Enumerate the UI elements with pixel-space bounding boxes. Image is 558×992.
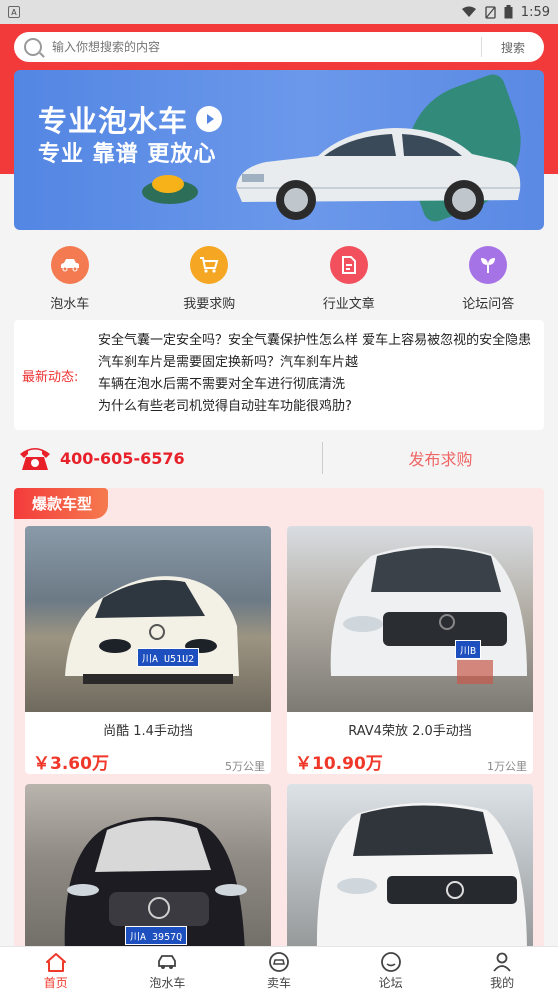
telephone-icon (20, 448, 50, 470)
license-plate: 川B (455, 640, 482, 659)
search-input[interactable] (52, 40, 481, 54)
quick-menu-label: 我要求购 (183, 297, 236, 312)
news-list: 安全气囊一定安全吗？安全气囊保护性怎么样 爱车上容易被忽视的安全隐患 汽车刹车片… (98, 330, 531, 418)
sell-car-icon (269, 952, 289, 972)
status-bar: A 1:59 (0, 0, 558, 24)
quick-menu-label: 论坛问答 (462, 297, 515, 312)
license-plate: 川A 3957Q (125, 926, 188, 945)
tab-label: 首页 (43, 976, 68, 990)
tab-label: 卖车 (266, 976, 291, 990)
car-photo: 川A 3957Q (25, 784, 271, 958)
search-bar[interactable]: 搜索 (14, 32, 544, 62)
search-icon (24, 38, 42, 56)
car-meta: ￥10.90万 1万公里 (287, 749, 533, 774)
clock: 1:59 (520, 4, 550, 20)
car-card[interactable]: 川A 3957Q (25, 784, 271, 958)
car-name: RAV4荣放 2.0手动挡 (348, 724, 472, 739)
news-item[interactable]: 汽车刹车片是需要固定换新吗？汽车刹车片越 (98, 352, 531, 374)
flower-decoration (142, 175, 198, 204)
status-icons: 1:59 (461, 5, 550, 20)
news-item[interactable]: 安全气囊一定安全吗？安全气囊保护性怎么样 爱车上容易被忽视的安全隐患 (98, 330, 531, 352)
tab-label: 泡水车 (149, 976, 186, 990)
phone-number[interactable]: 400-605-6576 (60, 449, 185, 468)
forum-icon (380, 952, 401, 972)
sedan-car-image (236, 128, 521, 220)
car-card[interactable]: 川B RAV4荣放 2.0手动挡 ￥10.90万 1万公里 (287, 526, 533, 774)
news-item[interactable]: 车辆在泡水后需不需要对全车进行彻底清洗 (98, 374, 531, 396)
car-name: 尚酷 1.4手动挡 (103, 724, 193, 739)
car-price: ￥3.60万 (33, 754, 109, 774)
notification-badge-icon: A (8, 6, 20, 18)
search-button[interactable]: 搜索 (482, 39, 544, 56)
quick-menu-label: 泡水车 (50, 297, 90, 312)
license-plate: 川A U51U2 (137, 648, 200, 667)
quick-menu-item-purchase-request[interactable]: 我要求购 (154, 238, 264, 314)
tab-home[interactable]: 首页 (6, 947, 106, 992)
bottom-tab-bar: 首页 泡水车 卖车 论坛 我的 (0, 946, 558, 992)
car-icon (50, 246, 89, 284)
car-icon (158, 955, 177, 969)
car-photo (287, 784, 533, 958)
car-photo: 川B (287, 526, 533, 712)
sprout-icon (469, 246, 508, 284)
phone-contact[interactable]: 400-605-6576 (0, 444, 322, 472)
car-photo: 川A U51U2 (25, 526, 271, 712)
no-sim-icon (485, 5, 496, 19)
tab-label: 论坛 (378, 976, 403, 990)
news-label: 最新动态: (22, 370, 79, 385)
publish-request-button[interactable]: 发布求购 (323, 446, 558, 470)
home-icon (45, 953, 66, 972)
document-icon (329, 246, 368, 284)
banner-title: 专业泡水车 (38, 104, 189, 138)
tab-profile[interactable]: 我的 (452, 947, 552, 992)
section-title: 爆款车型 (14, 488, 109, 519)
arrow-right-icon (196, 106, 223, 132)
quick-menu-label: 行业文章 (322, 297, 375, 312)
battery-icon (504, 5, 513, 19)
banner-subtitle: 专业 靠谱 更放心 (38, 142, 217, 167)
tab-forum[interactable]: 论坛 (341, 947, 441, 992)
car-mileage: 5万公里 (225, 760, 265, 773)
car-meta: ￥3.60万 5万公里 (25, 749, 271, 774)
user-icon (493, 952, 511, 972)
car-price: ￥10.90万 (295, 754, 383, 774)
tab-label: 我的 (490, 976, 515, 990)
banner-title-row: 专业泡水车 (38, 98, 223, 140)
car-card[interactable] (287, 784, 533, 958)
quick-menu: 泡水车 我要求购 行业文章 论坛问答 (0, 238, 558, 314)
car-card[interactable]: 川A U51U2 尚酷 1.4手动挡 ￥3.60万 5万公里 (25, 526, 271, 774)
quick-menu-item-waterlogged-cars[interactable]: 泡水车 (15, 238, 125, 314)
quick-menu-item-forum-qa[interactable]: 论坛问答 (433, 238, 543, 314)
hot-models-section: 爆款车型 川A U51U2 尚酷 1.4手动挡 ￥3.60万 5万公里 川B R… (14, 488, 544, 958)
quick-menu-item-industry-articles[interactable]: 行业文章 (294, 238, 404, 314)
tab-waterlogged-cars[interactable]: 泡水车 (117, 947, 217, 992)
wifi-icon (461, 6, 476, 17)
promo-banner[interactable]: 专业泡水车 专业 靠谱 更放心 (14, 70, 544, 230)
contact-row: 400-605-6576 发布求购 (0, 436, 558, 480)
news-item[interactable]: 为什么有些老司机觉得自动驻车功能很鸡肋? (98, 396, 531, 418)
cart-icon (190, 246, 229, 284)
tab-sell-car[interactable]: 卖车 (229, 947, 329, 992)
blurred-plate (457, 660, 493, 684)
car-mileage: 1万公里 (487, 760, 527, 773)
news-panel: 最新动态: 安全气囊一定安全吗？安全气囊保护性怎么样 爱车上容易被忽视的安全隐患… (14, 320, 544, 430)
